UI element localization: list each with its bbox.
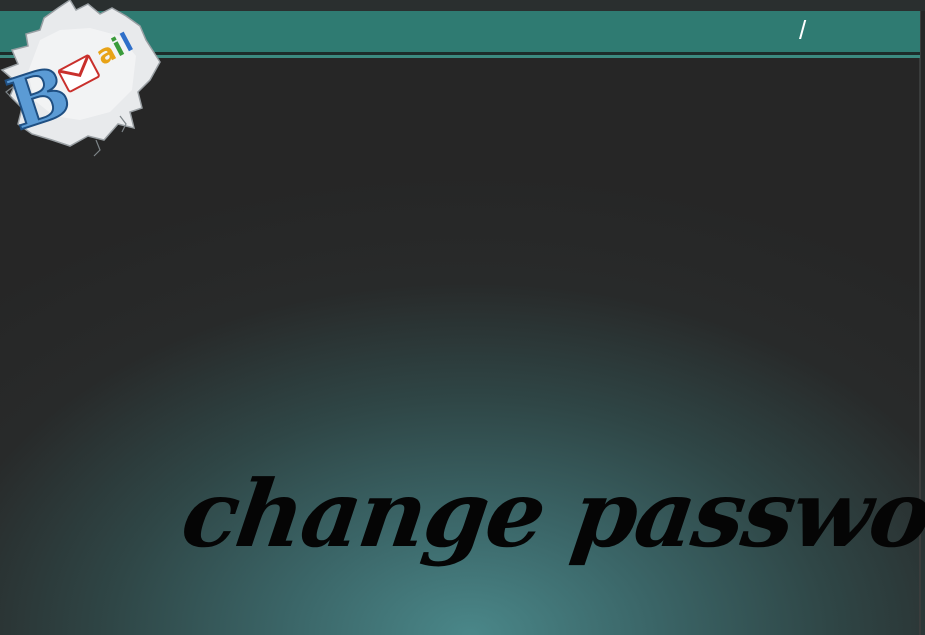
page: / a i l B change password	[0, 0, 925, 635]
bmail-logo-graphic: a i l B	[0, 0, 161, 157]
bmail-logo[interactable]: a i l B	[0, 0, 170, 160]
page-title: change password	[175, 460, 925, 568]
paper-crack	[93, 139, 101, 157]
header-slash-text: /	[799, 15, 807, 45]
